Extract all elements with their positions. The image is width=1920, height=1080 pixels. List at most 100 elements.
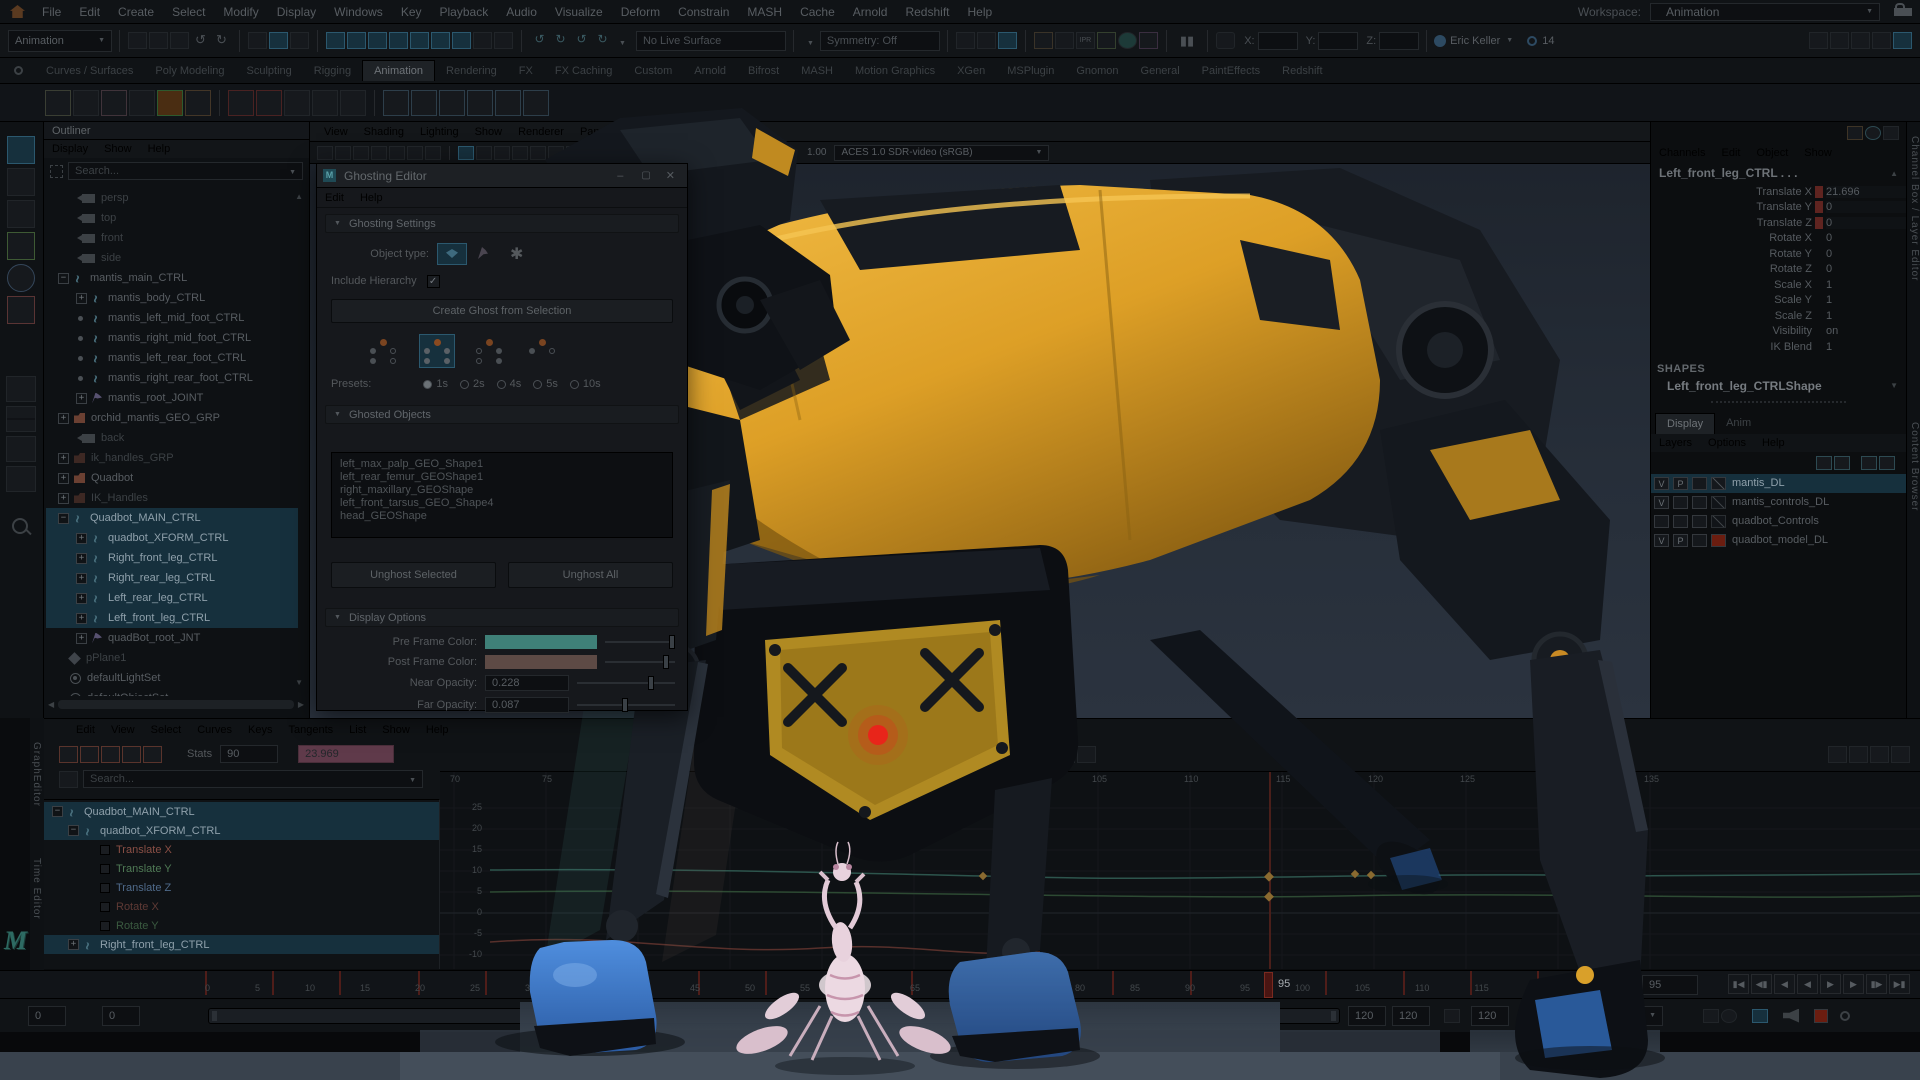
layer-color-swatch[interactable] [1711,515,1726,528]
shelf-tab-arnold[interactable]: Arnold [683,61,737,81]
outliner-item[interactable]: mantis_right_rear_foot_CTRL [46,368,298,388]
ghost-type-keys-icon[interactable] [525,334,561,368]
history-options-caret[interactable] [613,32,626,50]
menu-file[interactable]: File [33,5,70,19]
set-breakdown-icon[interactable] [340,90,366,116]
select-by-component-icon[interactable] [290,32,309,49]
menu-create[interactable]: Create [109,5,163,19]
speed-state-icon[interactable] [1865,126,1881,140]
viewport-menu-lighting[interactable]: Lighting [412,126,467,138]
unghost-selected-button[interactable]: Unghost Selected [331,562,496,588]
outliner-item[interactable]: defaultLightSet [46,668,298,688]
channel-box-scroll-up-icon[interactable]: ▲ [1890,169,1898,178]
hyperbolic-pencil-icon[interactable] [1883,126,1899,140]
redo-icon[interactable]: ↻ [212,32,231,49]
ge-item-translate-x[interactable]: Translate X [44,840,439,859]
outliner-item[interactable]: mantis_body_CTRL [46,288,298,308]
move-layer-up-icon[interactable] [1816,456,1832,470]
preset-1s-radio[interactable] [423,380,432,389]
shelf-tab-fx-caching[interactable]: FX Caching [544,61,623,81]
viewport-menu-show[interactable]: Show [467,126,511,138]
new-scene-icon[interactable] [128,32,147,49]
command-line[interactable] [0,1032,1920,1080]
menu-visualize[interactable]: Visualize [546,5,612,19]
outliner-item-side[interactable]: side [46,248,298,268]
layer-row-quadbot-model[interactable]: VP quadbot_model_DL [1651,531,1906,550]
symmetry-caret[interactable] [801,32,814,50]
move-tool-icon[interactable] [7,232,35,260]
layout-persp-outliner-icon[interactable] [6,466,36,492]
outliner-item[interactable]: defaultObjectSet [46,688,298,696]
outliner-item[interactable]: Quadbot [46,468,298,488]
open-editor-left-icon[interactable] [956,32,975,49]
resolution-gate-icon[interactable] [704,146,720,160]
manipulator-axis-icon[interactable] [1847,126,1863,140]
ge-menu-view[interactable]: View [103,724,143,736]
outliner-item[interactable]: mantis_main_CTRL [46,268,298,288]
channel-row-translate-z[interactable]: Translate Z0 [1655,215,1906,231]
lock-selection-icon[interactable] [473,32,492,49]
go-to-end-button[interactable]: ▶▮ [1889,974,1910,994]
ge-menu-list[interactable]: List [341,724,374,736]
stacked-curves-icon[interactable] [1849,746,1868,763]
object-details-icon[interactable] [1809,32,1828,49]
open-scene-icon[interactable] [149,32,168,49]
preset-2s-radio[interactable] [460,380,469,389]
snap-to-view-plane-icon[interactable] [410,32,429,49]
outliner-item[interactable]: mantis_left_mid_foot_CTRL [46,308,298,328]
outliner-item-selected[interactable]: Right_front_leg_CTRL [46,548,298,568]
make-live-icon[interactable] [431,32,450,49]
motion-trail-icon[interactable] [73,90,99,116]
move-layer-down-icon[interactable] [1834,456,1850,470]
workspace-select[interactable]: Animation [1650,3,1880,21]
outliner-item[interactable]: IK_Handles [46,488,298,508]
shelf-tab-animation[interactable]: Animation [362,60,435,81]
shelf-tab-custom[interactable]: Custom [623,61,683,81]
ghost-type-pre-icon[interactable] [366,334,402,368]
outliner-item[interactable]: mantis_root_JOINT [46,388,298,408]
layer-color-swatch[interactable] [1711,534,1726,547]
aim-constraint-icon[interactable] [467,90,493,116]
motion-blur-icon[interactable] [566,146,582,160]
home-icon[interactable] [10,5,25,18]
workspace-lock-icon[interactable] [1894,8,1912,16]
display-options-header[interactable]: Display Options [325,608,679,627]
shelf-tab-xgen[interactable]: XGen [946,61,996,81]
minimize-icon[interactable]: – [608,170,632,182]
post-frame-color-swatch[interactable] [485,655,597,669]
menu-edit[interactable]: Edit [70,5,109,19]
far-opacity-field[interactable]: 0.087 [485,697,569,713]
ge-menu-curves[interactable]: Curves [189,724,240,736]
outliner-scroll-down-icon[interactable]: ▼ [295,678,303,687]
menu-deform[interactable]: Deform [612,5,669,19]
menu-playback[interactable]: Playback [431,5,498,19]
menu-audio[interactable]: Audio [497,5,546,19]
outliner-scroll-up-icon[interactable]: ▲ [295,192,303,201]
bookmark-icon[interactable] [371,146,387,160]
set-key-translate-icon[interactable] [256,90,282,116]
user-account-menu[interactable]: Eric Keller [1446,31,1517,51]
outliner-hscrollbar[interactable]: ◀ ▶ [48,699,304,710]
frame-playback-icon[interactable] [1056,746,1075,763]
shelf-tab-general[interactable]: General [1130,61,1191,81]
outliner-item-back[interactable]: back [46,428,298,448]
menu-windows[interactable]: Windows [325,5,392,19]
ge-item-rotate-x[interactable]: Rotate X [44,897,439,916]
outliner-search-input[interactable]: Search... [68,162,303,180]
live-surface-field[interactable]: No Live Surface [636,31,786,51]
menu-modify[interactable]: Modify [214,5,267,19]
channel-row-rotate-x[interactable]: Rotate X0 [1655,231,1906,247]
outliner-item-selected[interactable]: Left_rear_leg_CTRL [46,588,298,608]
current-frame-field[interactable]: 95 [1642,975,1698,995]
shelf-menu-icon[interactable] [14,66,23,75]
layer-color-swatch[interactable] [1711,477,1726,490]
ge-item-rotate-y[interactable]: Rotate Y [44,916,439,935]
ipr-render-icon[interactable]: IPR [1076,32,1095,49]
step-back-key-button[interactable]: ◀▮ [1751,974,1772,994]
outliner-item-selected[interactable]: Right_rear_leg_CTRL [46,568,298,588]
shelf-tab-rendering[interactable]: Rendering [435,61,508,81]
shelf-tab-fx[interactable]: FX [508,61,544,81]
input-connections-icon[interactable]: ↺ [530,32,549,49]
render-settings-icon[interactable] [1097,32,1116,49]
grid-target-icon[interactable] [1216,32,1235,49]
